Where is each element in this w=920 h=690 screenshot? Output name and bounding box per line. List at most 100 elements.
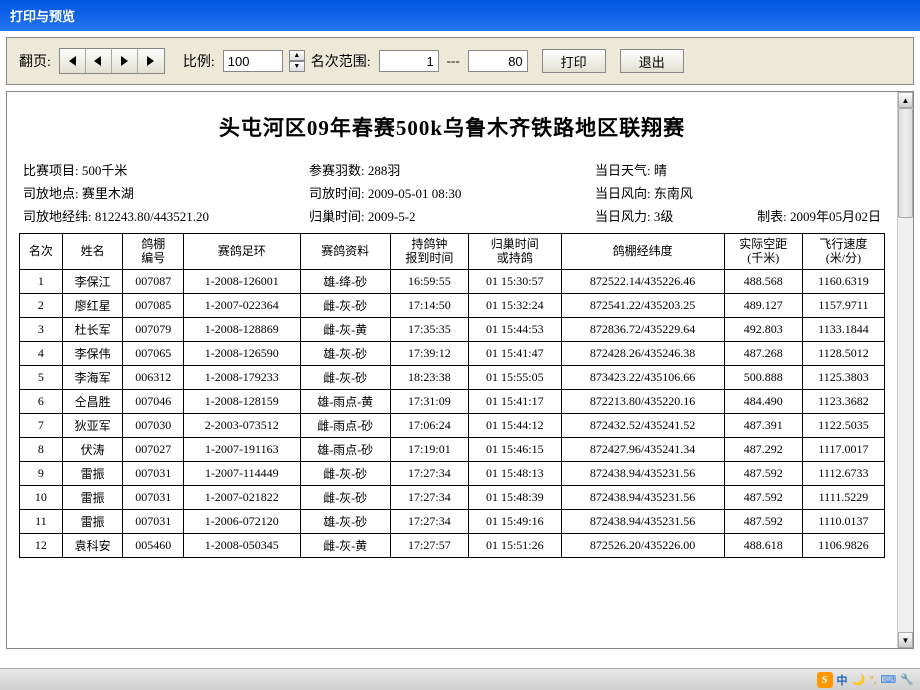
table-cell: 01 15:46:15 [469,437,562,461]
ime-moon-icon[interactable]: 🌙 [852,673,866,686]
table-cell: 01 15:44:53 [469,317,562,341]
table-cell: 18:23:38 [390,365,468,389]
table-cell: 487.268 [724,341,802,365]
page-nav-group [59,48,165,74]
table-cell: 1128.5012 [802,341,884,365]
ime-settings-icon[interactable]: 🔧 [900,673,914,686]
table-row: 9雷振0070311-2007-114449雌-灰-砂17:27:3401 15… [20,461,885,485]
table-cell: 872432.52/435241.52 [561,413,724,437]
table-row: 12袁科安0054601-2008-050345雌-灰-黄17:27:5701 … [20,533,885,557]
table-cell: 492.803 [724,317,802,341]
table-cell: 1-2007-114449 [183,461,300,485]
meta-release-time: 司放时间: 2009-05-01 08:30 [309,183,595,202]
range-from-input[interactable] [379,50,439,72]
table-cell: 雄-雨点-黄 [300,389,390,413]
ime-lang-indicator[interactable]: 中 [837,672,848,688]
toolbar: 翻页: 比例: ▲ ▼ 名次范围: --- 打印 退出 [6,37,914,85]
table-cell: 1133.1844 [802,317,884,341]
scroll-up-arrow[interactable]: ▲ [898,92,913,108]
table-row: 8伏涛0070271-2007-191163雄-雨点-砂17:19:0101 1… [20,437,885,461]
table-cell: 廖红星 [62,293,123,317]
table-cell: 872836.72/435229.64 [561,317,724,341]
table-cell: 873423.22/435106.66 [561,365,724,389]
table-cell: 1-2007-022364 [183,293,300,317]
table-cell: 007030 [123,413,184,437]
meta-coords: 司放地经纬: 812243.80/443521.20 [23,206,309,225]
table-cell: 01 15:55:05 [469,365,562,389]
meta-weather: 当日天气: 晴 [595,160,881,179]
ratio-up-button[interactable]: ▲ [289,50,305,61]
next-page-button[interactable] [112,49,138,73]
ratio-spinner: ▲ ▼ [289,50,305,72]
table-cell: 7 [20,413,63,437]
last-page-button[interactable] [138,49,164,73]
ime-keyboard-icon[interactable]: ⌨ [880,673,896,686]
table-cell: 872526.20/435226.00 [561,533,724,557]
first-page-button[interactable] [60,49,86,73]
prev-page-button[interactable] [86,49,112,73]
table-cell: 雷振 [62,461,123,485]
table-cell: 1-2008-126001 [183,269,300,293]
table-cell: 007031 [123,509,184,533]
table-cell: 17:27:57 [390,533,468,557]
ime-sogou-icon[interactable]: S [817,672,833,688]
system-tray: S 中 🌙 °, ⌨ 🔧 [0,668,920,690]
table-cell: 489.127 [724,293,802,317]
table-row: 7狄亚军0070302-2003-073512雌-雨点-砂17:06:2401 … [20,413,885,437]
table-cell: 01 15:51:26 [469,533,562,557]
table-cell: 1-2008-179233 [183,365,300,389]
table-cell: 狄亚军 [62,413,123,437]
range-separator: --- [445,53,462,69]
table-cell: 雌-灰-砂 [300,293,390,317]
table-cell: 8 [20,437,63,461]
table-cell: 17:06:24 [390,413,468,437]
col-header-9: 飞行速度(米/分) [802,234,884,270]
meta-event: 比赛项目: 500千米 [23,160,309,179]
scroll-track[interactable] [898,108,913,632]
scroll-down-arrow[interactable]: ▼ [898,632,913,648]
table-cell: 李保江 [62,269,123,293]
table-cell: 12 [20,533,63,557]
range-to-input[interactable] [468,50,528,72]
table-cell: 872522.14/435226.46 [561,269,724,293]
table-cell: 007031 [123,461,184,485]
meta-count: 参赛羽数: 288羽 [309,160,595,179]
table-cell: 1-2008-126590 [183,341,300,365]
table-cell: 01 15:48:39 [469,485,562,509]
table-cell: 17:27:34 [390,485,468,509]
table-cell: 袁科安 [62,533,123,557]
table-body: 1李保江0070871-2008-126001雄-绛-砂16:59:5501 1… [20,269,885,557]
vertical-scrollbar[interactable]: ▲ ▼ [897,92,913,648]
table-cell: 872438.94/435231.56 [561,461,724,485]
report-meta: 比赛项目: 500千米 参赛羽数: 288羽 当日天气: 晴 司放地点: 赛里木… [19,160,885,225]
table-cell: 872438.94/435231.56 [561,509,724,533]
print-button[interactable]: 打印 [542,49,606,73]
table-cell: 1110.0137 [802,509,884,533]
table-cell: 007046 [123,389,184,413]
table-cell: 仝昌胜 [62,389,123,413]
table-cell: 487.292 [724,437,802,461]
ratio-down-button[interactable]: ▼ [289,61,305,72]
table-cell: 李保伟 [62,341,123,365]
table-cell: 872428.26/435246.38 [561,341,724,365]
table-cell: 雄-雨点-砂 [300,437,390,461]
col-header-7: 鸽棚经纬度 [561,234,724,270]
table-cell: 007085 [123,293,184,317]
col-header-8: 实际空距(千米) [724,234,802,270]
col-header-5: 持鸽钟报到时间 [390,234,468,270]
table-cell: 500.888 [724,365,802,389]
table-cell: 1 [20,269,63,293]
table-row: 6仝昌胜0070461-2008-128159雄-雨点-黄17:31:0901 … [20,389,885,413]
exit-button[interactable]: 退出 [620,49,684,73]
col-header-0: 名次 [20,234,63,270]
meta-wind-level: 当日风力: 3级 [595,206,673,225]
scroll-thumb[interactable] [898,108,913,218]
table-cell: 5 [20,365,63,389]
table-cell: 17:27:34 [390,461,468,485]
table-cell: 1-2007-191163 [183,437,300,461]
ratio-input[interactable] [223,50,283,72]
ime-punct-icon[interactable]: °, [869,674,876,686]
preview-content: 头屯河区09年春赛500k乌鲁木齐铁路地区联翔赛 比赛项目: 500千米 参赛羽… [7,92,897,648]
meta-location: 司放地点: 赛里木湖 [23,183,309,202]
table-cell: 1106.9826 [802,533,884,557]
